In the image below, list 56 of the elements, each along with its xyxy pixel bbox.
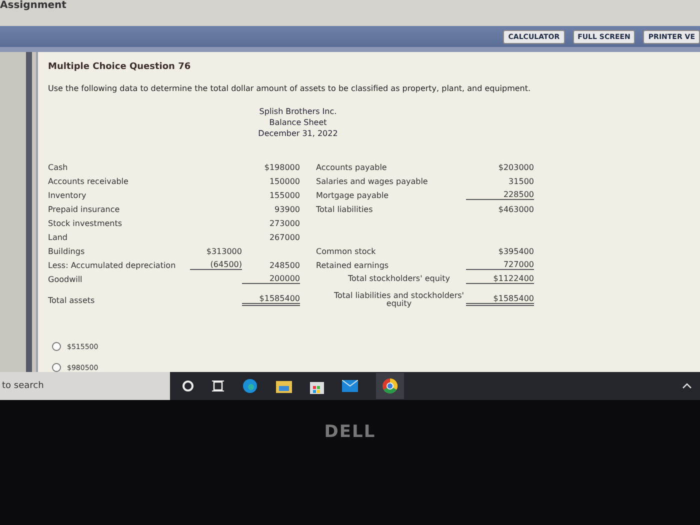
asset-amount: 273000 [268,218,300,228]
asset-subamount: (64500) [190,260,242,270]
liability-label: Accounts payable [316,162,388,172]
task-view-icon[interactable] [212,380,224,392]
liability-amount: $203000 [497,162,534,172]
page-heading: Assignment [0,0,66,12]
liability-label: Common stock [316,246,377,256]
asset-label: Prepaid insurance [48,204,121,214]
liability-label: Total liabilities [316,204,374,214]
liability-amount: 31500 [508,176,534,186]
asset-amount: 200000 [242,274,300,284]
asset-amount: 267000 [268,232,300,242]
asset-amount: $198000 [263,162,300,172]
asset-label: Stock investments [48,218,124,228]
asset-amount: 248500 [268,260,300,270]
liability-amount: $1585400 [466,294,534,306]
liability-label: Total liabilities and stockholders' equity [333,292,465,308]
scrollbar[interactable] [26,52,32,372]
radio-button[interactable] [52,363,61,372]
liability-label: Salaries and wages payable [316,176,429,186]
liability-amount: $1122400 [466,274,534,284]
asset-subamount: $313000 [205,246,242,256]
statement-header: Splish Brothers Inc. [259,107,337,116]
radio-button[interactable] [52,342,61,352]
asset-label: Cash [48,162,69,172]
asset-amount: $1585400 [242,294,300,306]
liability-label: Total stockholders' equity [346,275,451,284]
statement-header: Balance Sheet [269,118,327,128]
asset-label: Accounts receivable [48,176,130,186]
liability-amount: 228500 [466,190,534,200]
question-prompt: Use the following data to determine the total dollar amount of assets to be classified as property, plant, and equipment. [48,84,532,94]
asset-label: Total assets [48,296,96,305]
liability-amount: $463000 [497,204,534,214]
folder-icon[interactable] [276,379,292,394]
asset-amount: 93900 [274,204,300,214]
asset-label: Buildings [48,246,86,256]
liability-label: Mortgage payable [316,190,390,200]
asset-label: Land [48,232,69,242]
asset-amount: 150000 [268,176,300,186]
asset-label: Goodwill [48,274,84,284]
liability-amount: 727000 [466,260,534,270]
asset-amount: 155000 [268,190,300,200]
envelope-icon[interactable] [342,380,358,392]
taskbar-app-button[interactable] [376,373,404,400]
laptop-logo: DELL [324,422,376,444]
asset-label: Inventory [48,190,88,200]
browser-icon [382,378,398,394]
statement-header: December 31, 2022 [258,129,338,138]
liability-amount: $395400 [497,246,534,256]
circle-icon[interactable] [182,380,194,392]
caret-icon[interactable] [682,383,692,390]
liability-label: Retained earnings [316,260,390,270]
question-title: Multiple Choice Question 76 [48,62,192,72]
asset-label: Less: Accumulated depreciation [48,260,177,270]
browser-icon[interactable] [242,378,258,394]
search-field[interactable]: to search [0,372,170,400]
